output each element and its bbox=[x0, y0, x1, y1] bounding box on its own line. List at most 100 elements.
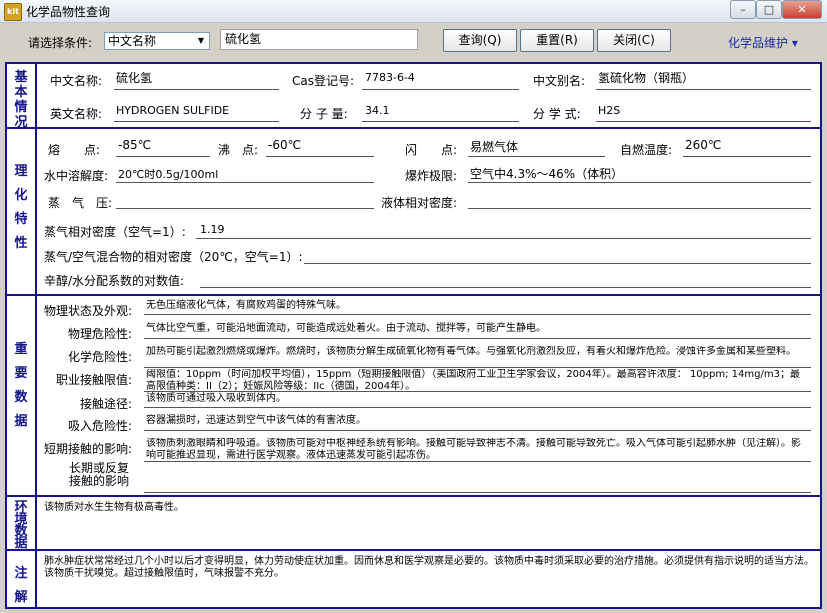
field-underline bbox=[596, 89, 811, 90]
flash-value[interactable]: 易燃气体 bbox=[470, 138, 518, 155]
explosive-value[interactable]: 空气中4.3%～46%（体积） bbox=[470, 165, 623, 182]
maintenance-menu[interactable]: 化学品维护 ▾ bbox=[728, 34, 798, 51]
field-underline bbox=[144, 430, 811, 431]
physical-state-label: 物理状态及外观: bbox=[44, 304, 133, 318]
physical-state-value[interactable]: 无色压缩液化气体，有腐败鸡蛋的特殊气味。 bbox=[146, 300, 806, 312]
section-label-important: 重要数据 bbox=[7, 338, 35, 434]
field-underline bbox=[362, 121, 519, 122]
minimize-button[interactable]: – bbox=[730, 0, 756, 19]
section-divider bbox=[7, 549, 820, 551]
cn-name-label: 中文名称: bbox=[50, 74, 103, 88]
mw-label: 分 子 量: bbox=[300, 107, 348, 121]
field-underline bbox=[144, 367, 811, 368]
condition-label: 请选择条件: bbox=[28, 36, 93, 50]
field-underline bbox=[144, 314, 811, 315]
mw-value[interactable]: 34.1 bbox=[365, 104, 390, 117]
field-underline bbox=[468, 156, 605, 157]
liquid-density-label: 液体相对密度: bbox=[381, 196, 458, 210]
section-divider bbox=[7, 127, 820, 129]
field-underline bbox=[304, 263, 811, 264]
field-underline bbox=[362, 89, 519, 90]
cas-value[interactable]: 7783-6-4 bbox=[365, 71, 415, 84]
close-window-button[interactable]: ✕ bbox=[782, 0, 822, 19]
field-underline bbox=[144, 461, 811, 462]
route-label: 接触途径: bbox=[80, 397, 133, 411]
alias-value[interactable]: 氢硫化物（钢瓶） bbox=[598, 69, 694, 86]
section-label-physchem: 理化特性 bbox=[7, 160, 35, 256]
field-underline bbox=[116, 156, 210, 157]
formula-value[interactable]: H2S bbox=[598, 104, 620, 117]
field-underline bbox=[114, 121, 279, 122]
section-divider bbox=[7, 495, 820, 497]
field-underline bbox=[683, 156, 811, 157]
alias-label: 中文别名: bbox=[533, 74, 586, 88]
field-underline bbox=[468, 208, 811, 209]
vapor-pressure-label: 蒸 气 压: bbox=[48, 196, 113, 210]
formula-label: 分 学 式: bbox=[533, 107, 581, 121]
field-underline bbox=[116, 182, 374, 183]
vapor-density-label: 蒸气相对密度（空气=1）: bbox=[44, 225, 186, 239]
app-icon: kit bbox=[4, 3, 22, 21]
cn-name-value[interactable]: 硫化氢 bbox=[116, 69, 152, 86]
long-term-label: 长期或反复接触的影响 bbox=[68, 461, 129, 488]
route-value[interactable]: 该物质可通过吸入吸收到体内。 bbox=[146, 393, 806, 405]
notes-text[interactable]: 肺水肿症状常常经过几个小时以后才变得明显，体力劳动使症状加重。因而休息和医学观察… bbox=[44, 556, 818, 580]
melt-label: 熔 点: bbox=[48, 143, 101, 157]
field-underline bbox=[266, 156, 374, 157]
inhalation-label: 吸入危险性: bbox=[68, 419, 133, 433]
field-underline bbox=[144, 492, 811, 493]
flash-label: 闪 点: bbox=[405, 143, 458, 157]
chevron-down-icon[interactable]: ▼ bbox=[194, 34, 208, 48]
autoign-label: 自燃温度: bbox=[620, 143, 673, 157]
reset-button[interactable]: 重置(R) bbox=[520, 29, 594, 52]
query-button[interactable]: 查询(Q) bbox=[443, 29, 517, 52]
octanol-label: 辛醇/水分配系数的对数值: bbox=[44, 274, 185, 288]
section-label-notes: 注解 bbox=[7, 562, 35, 610]
field-underline bbox=[116, 208, 374, 209]
mix-density-label: 蒸气/空气混合物的相对密度（20℃，空气=1）: bbox=[44, 250, 303, 264]
section-label-text: 注解 bbox=[14, 566, 28, 605]
field-underline bbox=[468, 182, 811, 183]
physical-hazard-value[interactable]: 气体比空气重，可能沿地面流动，可能造成远处着火。由于流动、搅拌等，可能产生静电。 bbox=[146, 323, 806, 335]
cas-label: Cas登记号: bbox=[292, 74, 355, 88]
physical-hazard-label: 物理危险性: bbox=[68, 327, 133, 341]
en-name-label: 英文名称: bbox=[50, 107, 103, 121]
section-label-env: 环境数据 bbox=[7, 500, 35, 551]
chemical-hazard-label: 化学危险性: bbox=[68, 350, 133, 364]
melt-value[interactable]: -85℃ bbox=[118, 138, 151, 152]
autoign-value[interactable]: 260℃ bbox=[685, 138, 721, 152]
field-underline bbox=[114, 89, 279, 90]
search-input[interactable]: 硫化氢 bbox=[220, 29, 418, 50]
vapor-density-value[interactable]: 1.19 bbox=[200, 223, 225, 236]
section-label-text: 理化特性 bbox=[14, 164, 28, 251]
field-underline bbox=[144, 338, 811, 339]
title-bar bbox=[0, 0, 827, 23]
maximize-button[interactable]: □ bbox=[756, 0, 782, 19]
solubility-value[interactable]: 20℃时0.5g/100ml bbox=[118, 166, 218, 182]
section-label-basic: 基本情况 bbox=[7, 70, 35, 130]
en-name-value[interactable]: HYDROGEN SULFIDE bbox=[116, 104, 229, 117]
condition-select[interactable]: 中文名称 ▼ bbox=[104, 32, 210, 50]
inhalation-value[interactable]: 容器漏损时，迅速达到空气中该气体的有害浓度。 bbox=[146, 415, 806, 427]
explosive-label: 爆炸极限: bbox=[405, 169, 458, 183]
exposure-limit-label: 职业接触限值: bbox=[56, 373, 133, 387]
env-text[interactable]: 该物质对水生生物有极高毒性。 bbox=[44, 502, 814, 514]
section-divider bbox=[7, 294, 820, 296]
field-underline bbox=[144, 391, 811, 392]
section-label-text: 基本情况 bbox=[14, 70, 28, 130]
field-underline bbox=[196, 238, 811, 239]
boil-label: 沸 点: bbox=[218, 143, 259, 157]
field-underline bbox=[144, 407, 811, 408]
close-button[interactable]: 关闭(C) bbox=[597, 29, 671, 52]
short-term-label: 短期接触的影响: bbox=[44, 442, 133, 456]
section-label-text: 环境数据 bbox=[14, 500, 28, 551]
boil-value[interactable]: -60℃ bbox=[268, 138, 301, 152]
section-label-text: 重要数据 bbox=[14, 342, 28, 429]
solubility-label: 水中溶解度: bbox=[44, 169, 109, 183]
field-underline bbox=[596, 121, 811, 122]
short-term-value[interactable]: 该物质刺激眼睛和呼吸道。该物质可能对中枢神经系统有影响。接触可能导致神志不清。接… bbox=[146, 438, 808, 462]
exposure-limit-value[interactable]: 阈限值：10ppm（时间加权平均值），15ppm（短期接触限值）（美国政府工业卫… bbox=[146, 369, 808, 393]
condition-select-value: 中文名称 bbox=[108, 34, 157, 48]
field-underline bbox=[200, 287, 811, 288]
window-title: 化学品物性查询 bbox=[26, 5, 111, 19]
